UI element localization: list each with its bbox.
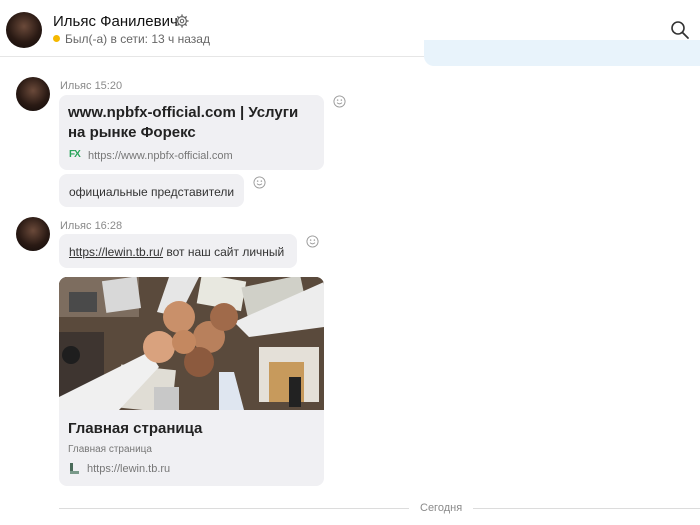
link-preview-title-line1: www.npbfx-official.com | Услуги xyxy=(68,104,299,121)
presence-dot xyxy=(53,35,60,42)
message-link[interactable]: https://lewin.tb.ru/ xyxy=(69,245,163,259)
emoji-reaction-icon[interactable] xyxy=(333,95,346,108)
link-preview-image[interactable] xyxy=(59,277,324,410)
message-bubble: официальные представители xyxy=(59,174,244,207)
emoji-reaction-icon[interactable] xyxy=(253,176,266,189)
contact-name[interactable]: Ильяс Фанилевич xyxy=(53,13,178,30)
message-meta: Ильяс 15:20 xyxy=(60,80,123,92)
message-bubble: https://lewin.tb.ru/ вот наш сайт личный xyxy=(59,234,297,268)
settings-gear-icon[interactable] xyxy=(175,14,189,28)
link-preview-url[interactable]: https://lewin.tb.ru xyxy=(87,463,170,475)
emoji-reaction-icon[interactable] xyxy=(306,235,319,248)
fx-favicon-icon: FX xyxy=(69,149,81,160)
date-separator: Сегодня xyxy=(420,502,463,514)
contact-avatar[interactable] xyxy=(6,12,42,48)
link-preview-title-line2: на рынке Форекс xyxy=(68,124,196,141)
link-preview-title: Главная страница xyxy=(68,420,203,437)
presence-text: Был(-а) в сети: 13 ч назад xyxy=(65,32,210,46)
search-icon[interactable] xyxy=(670,20,690,40)
sender-avatar[interactable] xyxy=(16,77,50,111)
sender-avatar[interactable] xyxy=(16,217,50,251)
presence-status: Был(-а) в сети: 13 ч назад xyxy=(53,32,210,46)
message-text-rest: вот наш сайт личный xyxy=(163,245,285,259)
own-message-bubble-partial xyxy=(424,40,700,66)
message-meta: Ильяс 16:28 xyxy=(60,220,123,232)
date-separator-line xyxy=(59,508,409,509)
link-preview-subtitle: Главная страница xyxy=(68,444,152,455)
site-favicon-icon xyxy=(70,463,79,474)
link-preview-url[interactable]: https://www.npbfx-official.com xyxy=(88,150,233,162)
link-preview-card[interactable]: www.npbfx-official.com | Услуги на рынке… xyxy=(59,95,324,170)
message-text: официальные представители xyxy=(69,185,235,199)
date-separator-line xyxy=(473,508,700,509)
message-text: https://lewin.tb.ru/ вот наш сайт личный xyxy=(69,245,284,259)
